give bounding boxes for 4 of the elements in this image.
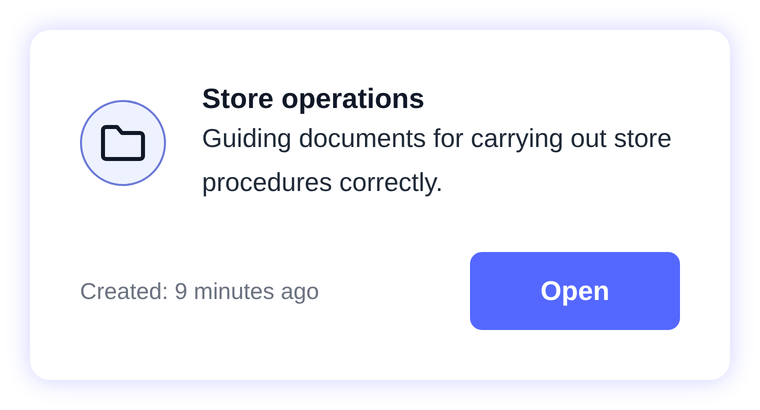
open-button[interactable]: Open [470,252,680,330]
card-description: Guiding documents for carrying out store procedures correctly. [202,122,673,199]
created-timestamp: Created: 9 minutes ago [80,276,320,306]
card-title: Store operations [202,82,426,116]
